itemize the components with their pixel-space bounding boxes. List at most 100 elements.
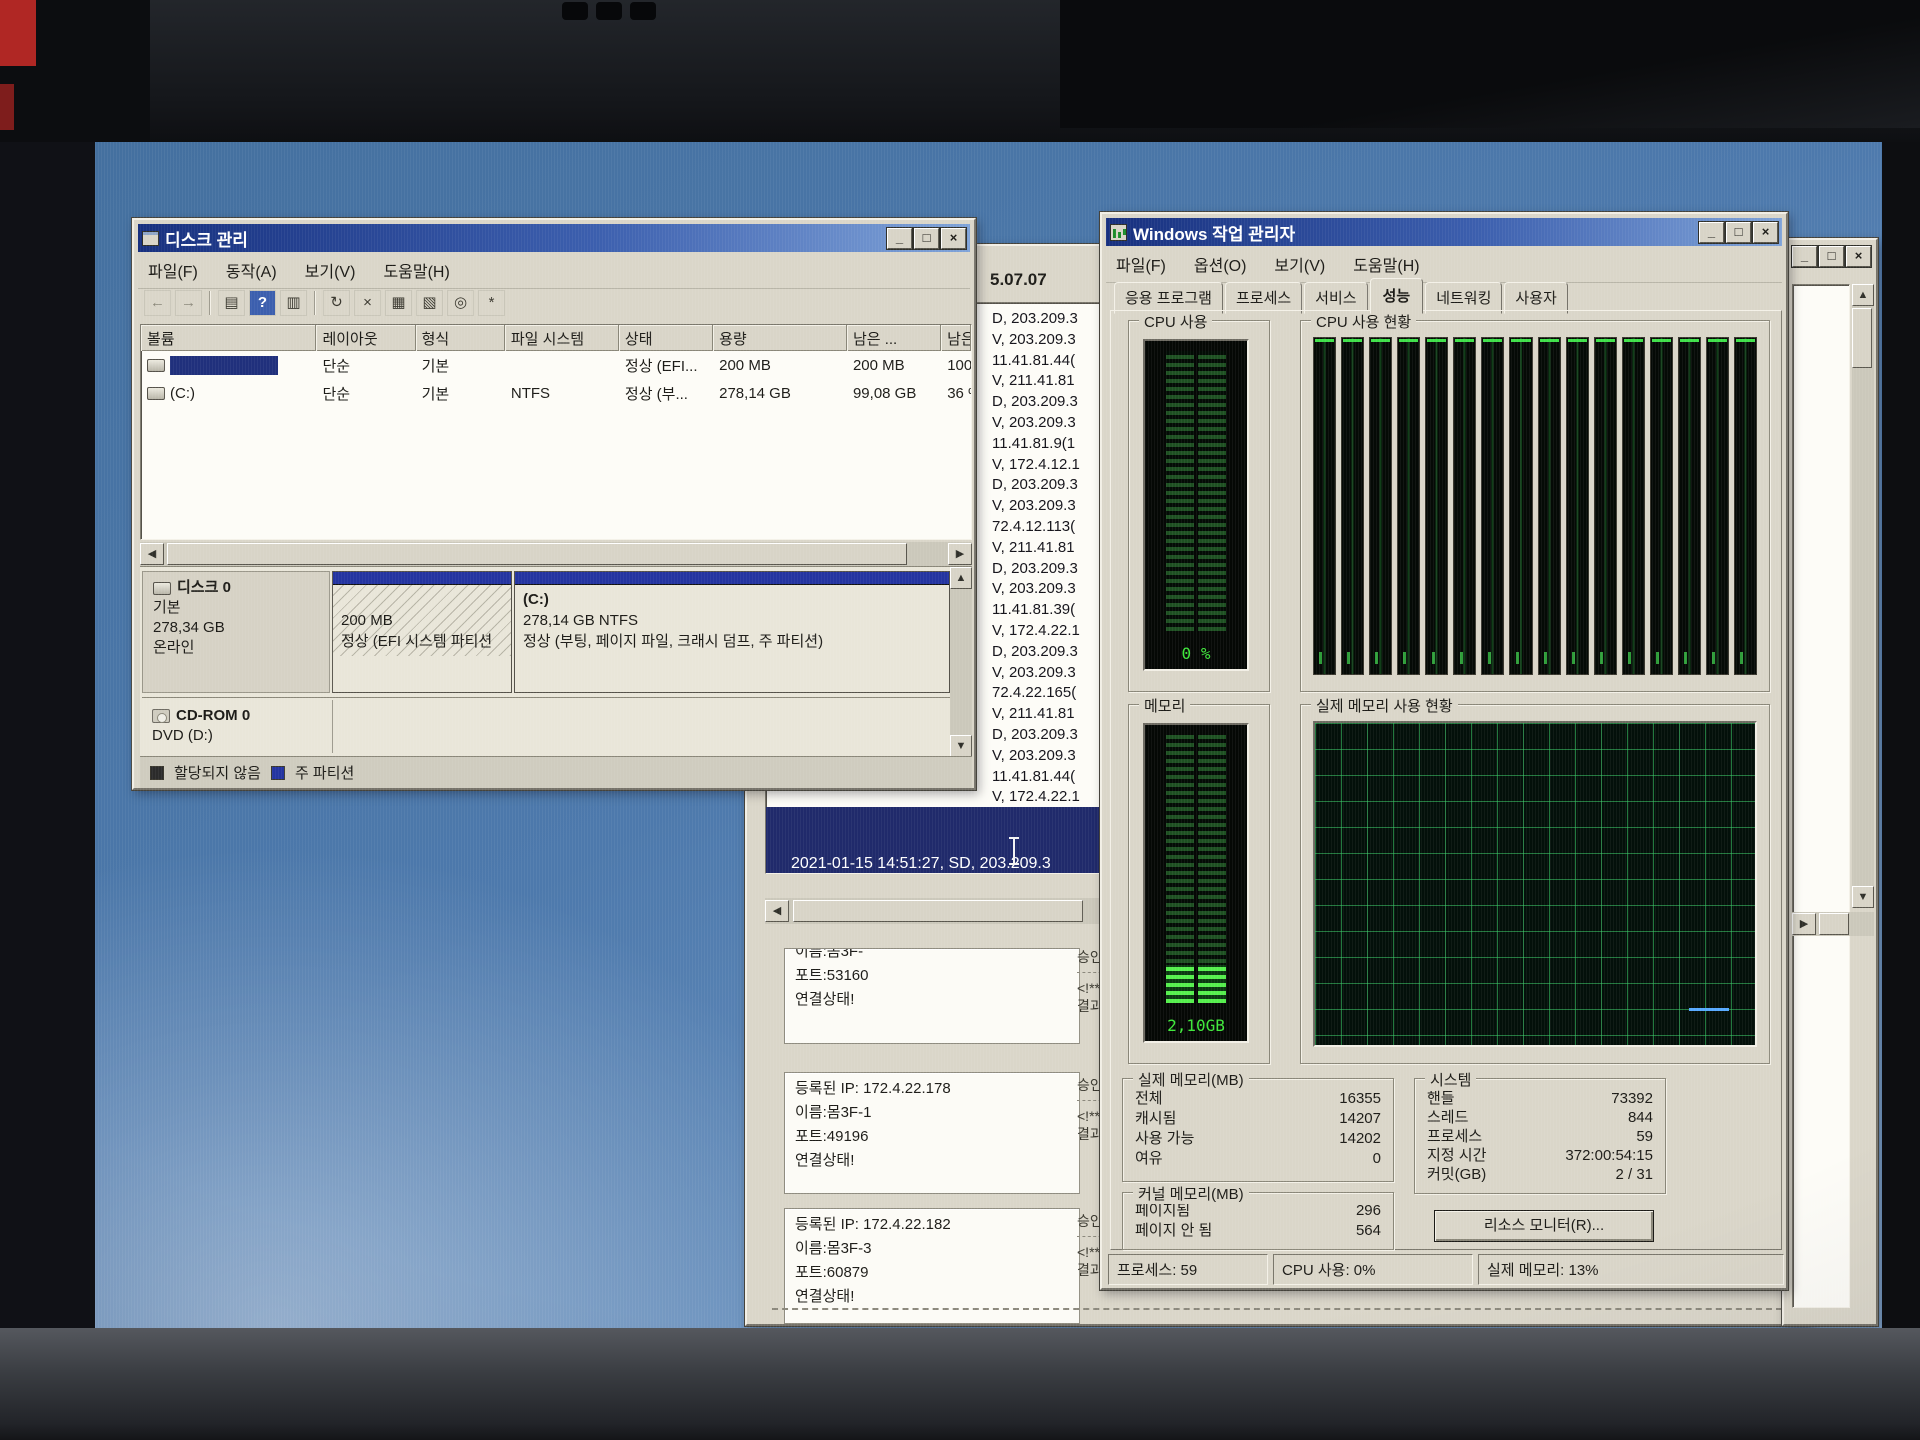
stat-row: 페이지됨296 (1123, 1201, 1393, 1221)
menu-item[interactable]: 파일(F) (1116, 252, 1166, 276)
scroll-left-icon[interactable]: ◀ (140, 543, 164, 565)
legend-bar: 할당되지 않음 주 파티션 (140, 756, 972, 788)
list-hscrollbar[interactable]: ◀ ▶ (140, 542, 972, 566)
volume-row-c[interactable]: (C:) 단순 기본 NTFS 정상 (부... 278,14 GB 99,08… (141, 379, 971, 407)
delete-icon[interactable]: × (354, 290, 381, 316)
forward-icon[interactable]: → (175, 290, 202, 316)
minimize-icon[interactable]: _ (1699, 222, 1724, 243)
photo-of-monitor: P ATS2004 -바로 가기 입출차데... 정기권입출입현... 2018… (0, 0, 1920, 1440)
maximize-icon[interactable]: □ (914, 228, 939, 249)
maximize-icon[interactable]: □ (1726, 222, 1751, 243)
volume-row-efi[interactable]: 단순 기본 정상 (EFI... 200 MB 200 MB 100 (141, 351, 971, 379)
scroll-right-icon[interactable]: ▶ (1792, 913, 1816, 935)
partition-color-strip (333, 572, 511, 585)
ceiling-vent (596, 2, 622, 20)
show-action-pane-icon[interactable]: ▥ (280, 290, 307, 316)
disk-management-window: 디스크 관리 _ □ × 파일(F) 동작(A) 보기(V) 도움말(H) ← → ▤… (132, 218, 976, 790)
log-line: V, 211.41.81 (992, 704, 1080, 725)
stat-row: 전체16355 (1123, 1089, 1393, 1109)
cdrom-empty-area (332, 700, 948, 753)
maximize-icon[interactable]: □ (1819, 246, 1844, 267)
tab-performance[interactable]: 성능 (1370, 278, 1424, 314)
graphic-vscrollbar[interactable]: ▲ ▼ (950, 567, 972, 757)
console-tree-icon[interactable]: ▤ (218, 290, 245, 316)
right-window-content (1792, 284, 1850, 1308)
memory-label: 메모리 (1139, 695, 1190, 716)
close-icon[interactable]: × (1846, 246, 1871, 267)
physical-memory-group: 실제 메모리(MB) 전체16355캐시됨14207사용 가능14202여유0 (1122, 1078, 1394, 1182)
resource-monitor-button[interactable]: 리소스 모니터(R)... (1434, 1210, 1654, 1242)
log-window-header: 5.07.07 (990, 270, 1047, 290)
open-icon[interactable]: ▧ (416, 290, 443, 316)
settings-icon[interactable]: * (478, 290, 505, 316)
menu-item[interactable]: 도움말(H) (383, 258, 449, 282)
connection-panel-2: 등록된 IP: 172.4.22.178 이름:몸3F-1 포트:49196 연… (784, 1072, 1080, 1194)
menu-item[interactable]: 보기(V) (1274, 252, 1325, 276)
column-header[interactable]: 남은 (941, 325, 971, 351)
panel-name-line: 이름:몸3F-3 (795, 1237, 1069, 1261)
scroll-left-icon[interactable]: ◀ (765, 900, 789, 922)
back-icon[interactable]: ← (144, 290, 171, 316)
log-line: V, 203.209.3 (992, 663, 1080, 684)
menu-item[interactable]: 도움말(H) (1353, 252, 1419, 276)
log-line: D, 203.209.3 (992, 309, 1080, 330)
stat-row: 사용 가능14202 (1123, 1129, 1393, 1149)
log-line: 72.4.12.113( (992, 517, 1080, 538)
disk0-info-block[interactable]: 디스크 0 기본 278,34 GB 온라인 (142, 571, 330, 693)
close-icon[interactable]: × (941, 228, 966, 249)
column-header[interactable]: 파일 시스템 (505, 325, 619, 351)
column-header[interactable]: 볼륨 (141, 325, 316, 351)
menu-item[interactable]: 보기(V) (305, 258, 356, 282)
volume-list[interactable]: 볼륨 레이아웃 형식 파일 시스템 상태 용량 남은 ... 남은 단순 기본 … (140, 324, 972, 540)
column-header[interactable]: 용량 (713, 325, 847, 351)
scroll-thumb[interactable] (167, 543, 907, 565)
monitor-bezel-left (0, 142, 95, 1328)
disk-management-titlebar[interactable]: 디스크 관리 _ □ × (138, 224, 970, 252)
log-line: 11.41.81.44( (992, 351, 1080, 372)
partition-c[interactable]: (C:) 278,14 GB NTFS 정상 (부팅, 페이지 파일, 크래시 … (514, 571, 950, 693)
scroll-thumb[interactable] (1852, 308, 1872, 368)
disk-management-toolbar: ← → ▤ ? ▥ ↻ × ▦ ▧ ◎ * (144, 290, 505, 316)
scroll-thumb[interactable] (793, 900, 1083, 922)
monitor-bezel-right (1882, 142, 1920, 1328)
task-manager-titleb­ar[interactable]: Windows 작업 관리자 _ □ × (1106, 218, 1782, 246)
properties-icon[interactable]: ▦ (385, 290, 412, 316)
minimize-icon[interactable]: _ (887, 228, 912, 249)
partition-efi[interactable]: 200 MB 정상 (EFI 시스템 파티션 (332, 571, 512, 693)
red-object (0, 84, 14, 130)
panel-name-line: 이름:몸3F- (795, 948, 1069, 964)
find-icon[interactable]: ◎ (447, 290, 474, 316)
log-line: D, 203.209.3 (992, 559, 1080, 580)
close-icon[interactable]: × (1753, 222, 1778, 243)
column-header[interactable]: 레이아웃 (316, 325, 415, 351)
scroll-up-icon[interactable]: ▲ (950, 567, 972, 589)
cdrom-info-block[interactable]: CD-ROM 0 DVD (D:) (142, 700, 330, 754)
disk0-type: 기본 (153, 598, 319, 618)
right-vscrollbar[interactable]: ▲ ▼ (1852, 284, 1874, 908)
scroll-down-icon[interactable]: ▼ (950, 735, 972, 757)
menu-item[interactable]: 옵션(O) (1194, 252, 1247, 276)
cpu-usage-group: CPU 사용 0 % (1128, 320, 1270, 692)
disk-management-app-icon (142, 231, 159, 246)
task-manager-statusbar: 프로세스: 59 CPU 사용: 0% 실제 메모리: 13% (1108, 1254, 1784, 1285)
menu-item[interactable]: 동작(A) (226, 258, 277, 282)
right-hscrollbar[interactable]: ▶ (1792, 912, 1874, 936)
column-header[interactable]: 상태 (619, 325, 713, 351)
cpu-usage-value: 0 % (1145, 644, 1247, 663)
log-line: 11.41.81.39( (992, 600, 1080, 621)
monitor-bezel-bottom (0, 1328, 1920, 1440)
scroll-right-icon[interactable]: ▶ (948, 543, 972, 565)
refresh-icon[interactable]: ↻ (323, 290, 350, 316)
scroll-down-icon[interactable]: ▼ (1852, 886, 1874, 908)
scroll-up-icon[interactable]: ▲ (1852, 284, 1874, 306)
disk-management-menubar: 파일(F) 동작(A) 보기(V) 도움말(H) (138, 252, 970, 289)
column-header[interactable]: 남은 ... (847, 325, 941, 351)
column-header[interactable]: 형식 (416, 325, 505, 351)
background-window-right: _ □ × ▲ ▼ ▶ (1782, 238, 1878, 1326)
menu-item[interactable]: 파일(F) (148, 258, 198, 282)
window-title: Windows 작업 관리자 (1133, 220, 1295, 245)
minimize-icon[interactable]: _ (1792, 246, 1817, 267)
help-icon[interactable]: ? (249, 290, 276, 316)
panel-name-line: 이름:몸3F-1 (795, 1101, 1069, 1125)
system-group: 시스템 핸들73392스레드844프로세스59지정 시간372:00:54:15… (1414, 1078, 1666, 1194)
